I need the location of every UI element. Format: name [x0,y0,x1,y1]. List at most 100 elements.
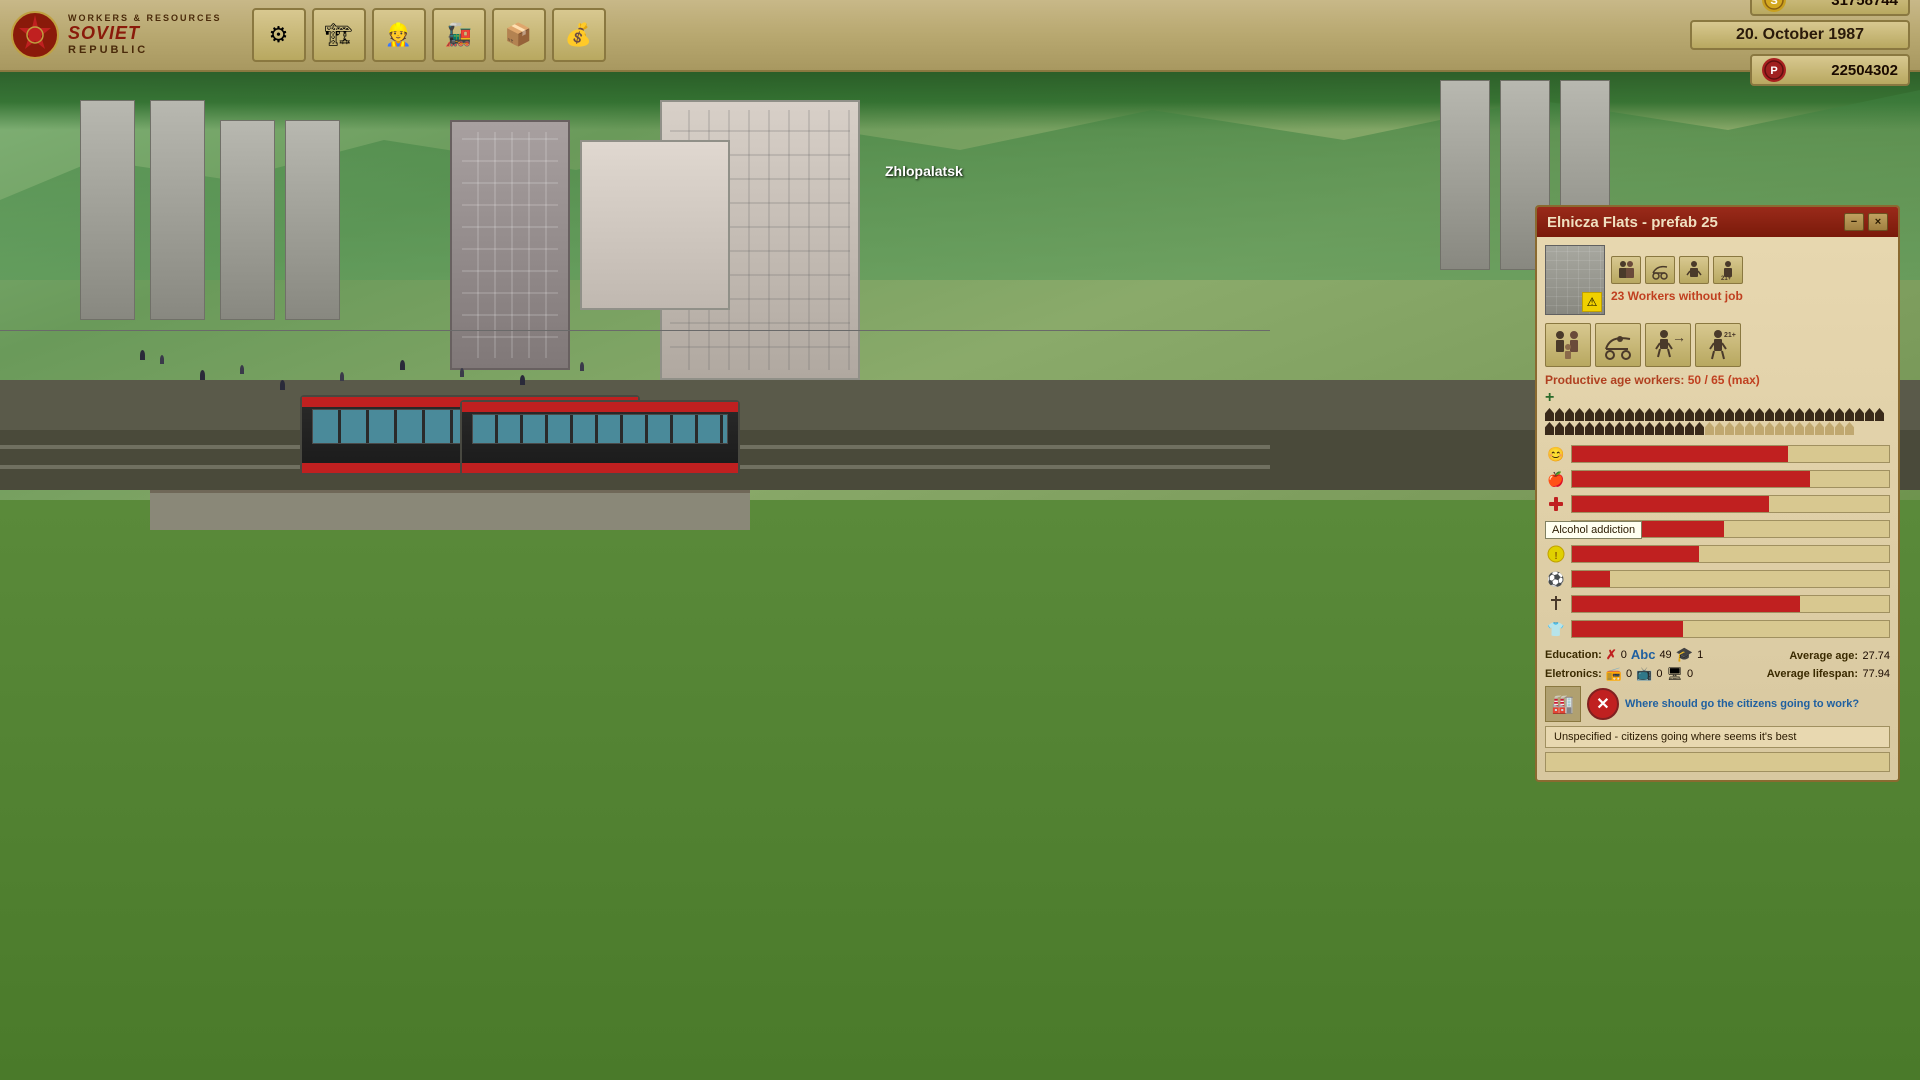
worker-dot [1725,422,1734,435]
worker-dot [1715,408,1724,421]
worker-dot [1775,422,1784,435]
worker-dot [1745,408,1754,421]
worker-dot [1845,408,1854,421]
nav-btn-economy[interactable]: 💰 [552,8,606,62]
building-white [580,140,730,310]
worker-dot [1705,408,1714,421]
nav-btn-settings[interactable]: ⚙ [252,8,306,62]
svg-text:→: → [1672,329,1686,345]
demo-icon-child: → [1645,323,1691,367]
stat-row-health [1545,493,1890,515]
sport-bar [1571,570,1890,588]
person-5 [400,360,405,370]
stat-row-happiness: 😊 [1545,443,1890,465]
date-text: 20. October 1987 [1736,26,1864,44]
red-icon: P [1762,58,1786,82]
workers-no-job-label: 23 Workers without job [1611,289,1743,303]
silo-right-1 [1440,80,1490,270]
worker-icons-container: 21+ 23 Workers without job [1611,256,1743,305]
overhead-wire [0,330,1270,331]
close-button[interactable]: × [1868,213,1888,231]
citizens-destination-row: 🏭 ✕ Where should go the citizens going t… [1545,686,1890,722]
worker-dot [1695,422,1704,435]
worker-dot [1655,422,1664,435]
worker-dot [1775,408,1784,421]
health-bar [1571,495,1890,513]
resources-icon: 📦 [505,22,532,48]
worker-dot [1755,408,1764,421]
worker-dot [1675,422,1684,435]
eletronics-label: Eletronics: [1545,668,1602,680]
build-icon: 🏗 [325,22,353,48]
eletronics-value: 0 [1626,668,1632,680]
workers-no-job-text: 23 Workers without job [1611,287,1743,305]
productive-max: 65 (max) [1711,373,1760,387]
worker-dot [1665,408,1674,421]
station-platform [150,490,750,530]
happiness-icon: 😊 [1545,443,1567,465]
stat-row-food: 🍎 [1545,468,1890,490]
food-icon: 🍎 [1545,468,1567,490]
worker-icon-4: 21+ [1713,256,1743,284]
sport-icon: ⚽ [1545,568,1567,590]
worker-dot [1665,422,1674,435]
avg-age-value: 27.74 [1862,650,1890,662]
health-icon [1545,493,1567,515]
demo-icon-stroller [1595,323,1641,367]
alcohol-icon: ! [1545,543,1567,565]
worker-dot [1835,422,1844,435]
nav-btn-transport[interactable]: 🚂 [432,8,486,62]
logo-star [10,10,60,60]
add-worker-button[interactable]: + [1545,389,1554,407]
factory-icon: 🏭 [1545,686,1581,722]
person-1 [200,370,205,380]
food-bar [1571,470,1890,488]
remove-destination-button[interactable]: ✕ [1587,688,1619,720]
education-value: 0 [1621,649,1627,661]
clothes-bar [1571,620,1890,638]
citizens-dropdown[interactable]: Unspecified - citizens going where seems… [1545,726,1890,748]
worker-dot [1645,422,1654,435]
stat-row-ideology [1545,518,1890,540]
worker-dot [1575,408,1584,421]
logo-sub-line: REPUBLIC [68,44,222,56]
minimize-button[interactable]: − [1844,213,1864,231]
worker-dot [1685,408,1694,421]
logo-area: WORKERS & RESOURCES SOVIET REPUBLIC [10,10,222,60]
worker-dot [1805,422,1814,435]
panel-content: ⚠ [1537,237,1898,780]
productive-text: Productive age workers: [1545,373,1684,387]
radio-icon: 📻 [1606,666,1622,682]
worker-dot [1715,422,1724,435]
education-row: Education: ✗ 0 Abc 49 🎓 1 [1545,646,1763,663]
demo-icon-family [1545,323,1591,367]
education-cross-icon: ✗ [1606,647,1617,663]
worker-dot [1765,422,1774,435]
person-9 [140,350,145,360]
sport-fill [1572,571,1610,587]
worker-icon-3 [1679,256,1709,284]
clothes-fill [1572,621,1683,637]
gold-resource-row: S 31758744 [1750,0,1910,16]
worker-dot [1595,408,1604,421]
gear-icon: ⚙ [269,22,289,48]
worker-dot [1585,408,1594,421]
nav-btn-build[interactable]: 🏗 [312,8,366,62]
date-display: 20. October 1987 [1690,20,1910,50]
worker-dot [1615,408,1624,421]
worker-dot [1735,422,1744,435]
worker-dot [1635,408,1644,421]
worker-dot [1795,408,1804,421]
logo-text: WORKERS & RESOURCES SOVIET REPUBLIC [68,14,222,56]
nav-btn-workers[interactable]: 👷 [372,8,426,62]
person-8 [580,362,584,371]
demo-icon-adult: 21+ [1695,323,1741,367]
right-bottom-stats: Average age: 27.74 Average lifespan: 77.… [1767,646,1890,682]
avg-age-label: Average age: [1789,650,1858,662]
nav-btn-resources[interactable]: 📦 [492,8,546,62]
worker-dot [1855,408,1864,421]
silo-4 [285,120,340,320]
silo-1 [80,100,135,320]
worker-status-row-1: 21+ [1611,256,1743,284]
worker-icon-1 [1611,256,1641,284]
